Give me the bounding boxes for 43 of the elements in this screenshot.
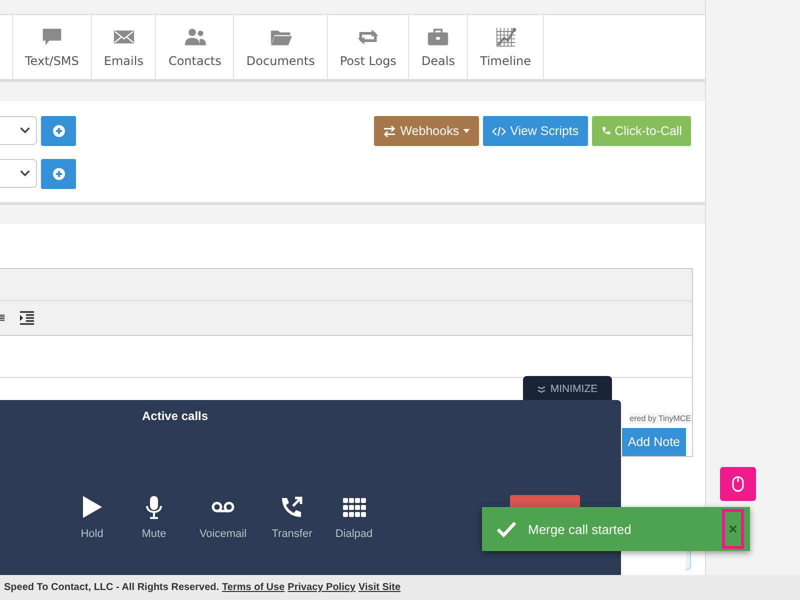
chevron-icon [20,170,30,177]
call-panel-title: Active calls [142,409,208,423]
footer-link[interactable]: Privacy Policy [288,582,356,593]
indent-icon[interactable] [20,311,34,325]
minimize-button[interactable]: MINIMIZE [523,376,612,402]
dialpad-icon [342,495,366,519]
chevron-icon [20,127,30,134]
tab[interactable]: Deals [409,15,468,79]
play-button[interactable]: Hold [64,495,120,540]
transfer-icon [280,495,304,519]
caret-icon [463,129,470,133]
phone-icon [600,126,611,136]
plus-icon [52,125,64,137]
chevrons-icon [537,386,546,392]
select-field[interactable] [0,159,37,188]
select-field[interactable] [0,116,37,145]
footer-link[interactable]: Terms of Use [222,582,285,593]
play-icon [80,495,104,519]
tab[interactable]: Emails [92,15,156,79]
arrows-icon [383,126,396,136]
add-button[interactable] [41,116,76,146]
tab[interactable]: Contacts [156,15,234,79]
check-icon [496,520,517,538]
tab[interactable]: Timeline [468,15,544,79]
footer-link[interactable]: Visit Site [358,582,401,593]
toast-message: Merge call started [528,522,632,536]
case-icon [426,26,450,48]
webhooks-button[interactable]: Webhooks [374,116,480,146]
plus-icon [52,168,64,180]
transfer-button[interactable]: Transfer [264,495,320,540]
tab[interactable]: Text/SMS [13,15,92,79]
dialpad-button[interactable]: Dialpad [326,495,382,540]
add-button[interactable] [41,159,76,189]
editor-status: ered by TinyMCE [628,413,692,424]
voicemail-button[interactable]: Voicemail [188,495,258,540]
copyright-text: Speed To Contact, LLC - All Rights Reserved. [4,582,220,593]
tab[interactable]: Post Logs [328,15,410,79]
mouse-icon [732,476,744,492]
graph-icon [494,26,518,48]
people-icon [182,26,207,48]
tab[interactable]: Documents [234,15,328,79]
code-icon [492,126,506,136]
mic-button[interactable]: Mute [126,495,182,540]
